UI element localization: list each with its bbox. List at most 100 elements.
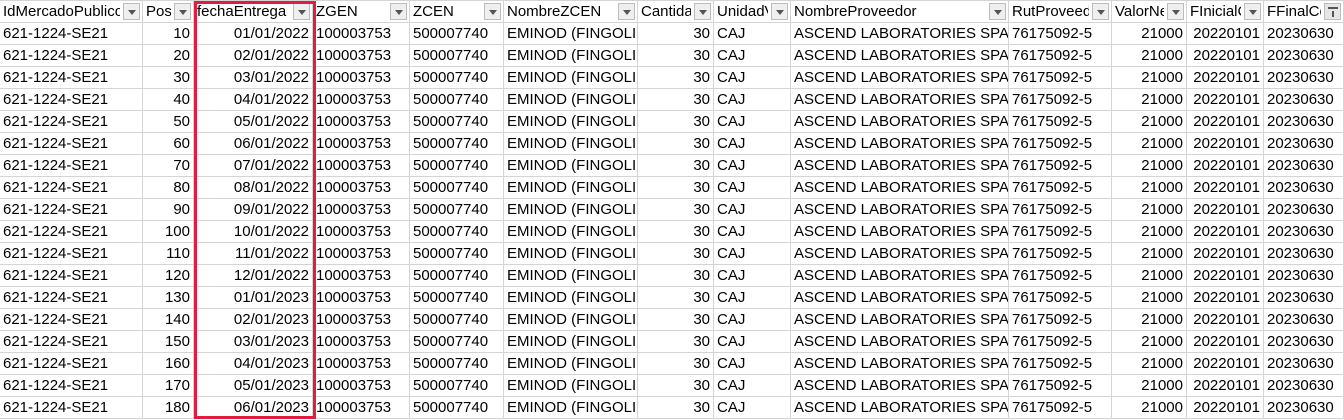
cell-cantidad[interactable]: 30 xyxy=(638,111,714,133)
cell-id[interactable]: 621-1224-SE21 xyxy=(0,111,143,133)
cell-ffinal[interactable]: 20230630 xyxy=(1264,287,1344,309)
cell-unidad[interactable]: CAJ xyxy=(714,199,791,221)
cell-pos[interactable]: 130 xyxy=(143,287,194,309)
cell-finicial[interactable]: 20220101 xyxy=(1187,265,1264,287)
cell-ffinal[interactable]: 20230630 xyxy=(1264,199,1344,221)
cell-cantidad[interactable]: 30 xyxy=(638,331,714,353)
cell-cantidad[interactable]: 30 xyxy=(638,45,714,67)
cell-valor[interactable]: 21000 xyxy=(1112,287,1187,309)
column-header-fecha[interactable]: fechaEntrega xyxy=(194,1,313,23)
cell-nombre_zcen[interactable]: EMINOD (FINGOLIMOD) xyxy=(504,67,638,89)
cell-finicial[interactable]: 20220101 xyxy=(1187,243,1264,265)
cell-proveedor[interactable]: ASCEND LABORATORIES SPA xyxy=(791,353,1009,375)
cell-fecha[interactable]: 07/01/2022 xyxy=(194,155,313,177)
cell-nombre_zcen[interactable]: EMINOD (FINGOLIMOD) xyxy=(504,309,638,331)
cell-unidad[interactable]: CAJ xyxy=(714,177,791,199)
cell-rut[interactable]: 76175092-5 xyxy=(1009,45,1112,67)
cell-zcen[interactable]: 500007740 xyxy=(410,375,504,397)
cell-rut[interactable]: 76175092-5 xyxy=(1009,265,1112,287)
column-header-pos[interactable]: Pos xyxy=(143,1,194,23)
cell-finicial[interactable]: 20220101 xyxy=(1187,199,1264,221)
cell-finicial[interactable]: 20220101 xyxy=(1187,45,1264,67)
cell-rut[interactable]: 76175092-5 xyxy=(1009,133,1112,155)
cell-proveedor[interactable]: ASCEND LABORATORIES SPA xyxy=(791,265,1009,287)
cell-id[interactable]: 621-1224-SE21 xyxy=(0,221,143,243)
cell-fecha[interactable]: 12/01/2022 xyxy=(194,265,313,287)
cell-valor[interactable]: 21000 xyxy=(1112,133,1187,155)
column-header-unidad[interactable]: UnidadVenta xyxy=(714,1,791,23)
cell-zgen[interactable]: 100003753 xyxy=(313,397,410,419)
cell-rut[interactable]: 76175092-5 xyxy=(1009,23,1112,45)
cell-rut[interactable]: 76175092-5 xyxy=(1009,67,1112,89)
cell-pos[interactable]: 30 xyxy=(143,67,194,89)
cell-unidad[interactable]: CAJ xyxy=(714,353,791,375)
cell-pos[interactable]: 90 xyxy=(143,199,194,221)
cell-proveedor[interactable]: ASCEND LABORATORIES SPA xyxy=(791,397,1009,419)
cell-proveedor[interactable]: ASCEND LABORATORIES SPA xyxy=(791,155,1009,177)
cell-zcen[interactable]: 500007740 xyxy=(410,89,504,111)
cell-zgen[interactable]: 100003753 xyxy=(313,155,410,177)
cell-id[interactable]: 621-1224-SE21 xyxy=(0,265,143,287)
cell-unidad[interactable]: CAJ xyxy=(714,375,791,397)
cell-unidad[interactable]: CAJ xyxy=(714,155,791,177)
column-header-zcen[interactable]: ZCEN xyxy=(410,1,504,23)
cell-cantidad[interactable]: 30 xyxy=(638,23,714,45)
cell-rut[interactable]: 76175092-5 xyxy=(1009,155,1112,177)
cell-valor[interactable]: 21000 xyxy=(1112,111,1187,133)
cell-finicial[interactable]: 20220101 xyxy=(1187,23,1264,45)
cell-nombre_zcen[interactable]: EMINOD (FINGOLIMOD) xyxy=(504,199,638,221)
cell-finicial[interactable]: 20220101 xyxy=(1187,309,1264,331)
cell-ffinal[interactable]: 20230630 xyxy=(1264,243,1344,265)
cell-id[interactable]: 621-1224-SE21 xyxy=(0,331,143,353)
cell-pos[interactable]: 150 xyxy=(143,331,194,353)
cell-cantidad[interactable]: 30 xyxy=(638,397,714,419)
cell-fecha[interactable]: 01/01/2022 xyxy=(194,23,313,45)
filter-dropdown-icon[interactable] xyxy=(390,3,407,20)
cell-zcen[interactable]: 500007740 xyxy=(410,133,504,155)
cell-ffinal[interactable]: 20230630 xyxy=(1264,309,1344,331)
cell-fecha[interactable]: 08/01/2022 xyxy=(194,177,313,199)
cell-zgen[interactable]: 100003753 xyxy=(313,287,410,309)
cell-zcen[interactable]: 500007740 xyxy=(410,221,504,243)
cell-finicial[interactable]: 20220101 xyxy=(1187,67,1264,89)
cell-proveedor[interactable]: ASCEND LABORATORIES SPA xyxy=(791,45,1009,67)
cell-nombre_zcen[interactable]: EMINOD (FINGOLIMOD) xyxy=(504,331,638,353)
cell-ffinal[interactable]: 20230630 xyxy=(1264,89,1344,111)
cell-ffinal[interactable]: 20230630 xyxy=(1264,111,1344,133)
cell-id[interactable]: 621-1224-SE21 xyxy=(0,23,143,45)
cell-unidad[interactable]: CAJ xyxy=(714,45,791,67)
cell-cantidad[interactable]: 30 xyxy=(638,309,714,331)
cell-nombre_zcen[interactable]: EMINOD (FINGOLIMOD) xyxy=(504,243,638,265)
filter-dropdown-icon[interactable] xyxy=(694,3,711,20)
cell-nombre_zcen[interactable]: EMINOD (FINGOLIMOD) xyxy=(504,177,638,199)
cell-proveedor[interactable]: ASCEND LABORATORIES SPA xyxy=(791,111,1009,133)
cell-zgen[interactable]: 100003753 xyxy=(313,45,410,67)
cell-valor[interactable]: 21000 xyxy=(1112,45,1187,67)
column-header-finicial[interactable]: FInicialContrato xyxy=(1187,1,1264,23)
filter-dropdown-icon[interactable] xyxy=(618,3,635,20)
cell-finicial[interactable]: 20220101 xyxy=(1187,111,1264,133)
cell-fecha[interactable]: 11/01/2022 xyxy=(194,243,313,265)
cell-unidad[interactable]: CAJ xyxy=(714,265,791,287)
cell-valor[interactable]: 21000 xyxy=(1112,243,1187,265)
cell-zcen[interactable]: 500007740 xyxy=(410,287,504,309)
cell-pos[interactable]: 10 xyxy=(143,23,194,45)
cell-pos[interactable]: 50 xyxy=(143,111,194,133)
cell-valor[interactable]: 21000 xyxy=(1112,309,1187,331)
cell-fecha[interactable]: 04/01/2023 xyxy=(194,353,313,375)
cell-proveedor[interactable]: ASCEND LABORATORIES SPA xyxy=(791,199,1009,221)
cell-zgen[interactable]: 100003753 xyxy=(313,353,410,375)
cell-cantidad[interactable]: 30 xyxy=(638,89,714,111)
cell-pos[interactable]: 100 xyxy=(143,221,194,243)
cell-fecha[interactable]: 05/01/2023 xyxy=(194,375,313,397)
column-header-nombre_zcen[interactable]: NombreZCEN xyxy=(504,1,638,23)
cell-zgen[interactable]: 100003753 xyxy=(313,221,410,243)
cell-valor[interactable]: 21000 xyxy=(1112,67,1187,89)
cell-valor[interactable]: 21000 xyxy=(1112,397,1187,419)
cell-nombre_zcen[interactable]: EMINOD (FINGOLIMOD) xyxy=(504,353,638,375)
cell-fecha[interactable]: 02/01/2022 xyxy=(194,45,313,67)
cell-zcen[interactable]: 500007740 xyxy=(410,67,504,89)
cell-pos[interactable]: 20 xyxy=(143,45,194,67)
cell-id[interactable]: 621-1224-SE21 xyxy=(0,375,143,397)
cell-rut[interactable]: 76175092-5 xyxy=(1009,287,1112,309)
